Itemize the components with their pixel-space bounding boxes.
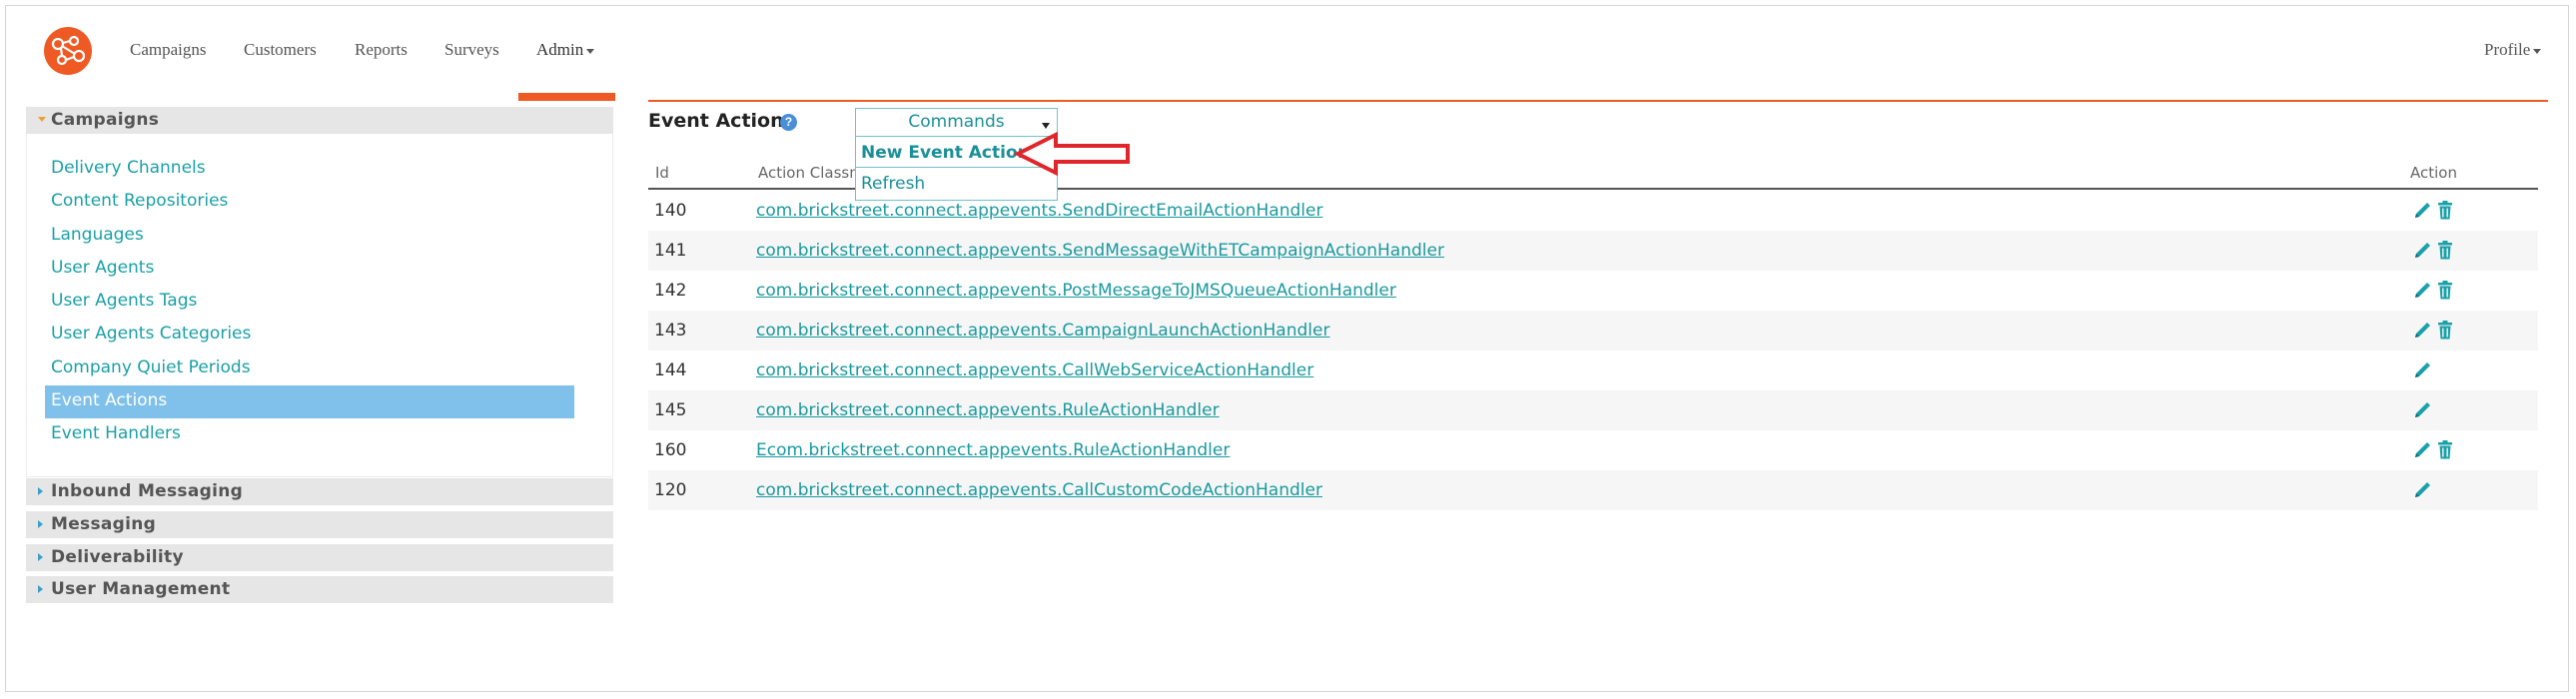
table-row: 142 com.brickstreet.connect.appevents.Pos… — [648, 271, 2538, 311]
collapsed-triangle-icon — [38, 553, 43, 561]
sidebar-item-languages[interactable]: Languages — [51, 225, 144, 245]
pencil-icon[interactable] — [2413, 202, 2431, 225]
nav-campaigns[interactable]: Campaigns — [130, 40, 207, 60]
row-classname-link[interactable]: com.brickstreet.connect.appevents.SendDi… — [756, 201, 1322, 221]
nav-profile[interactable]: Profile — [2484, 40, 2542, 60]
row-classname-link[interactable]: com.brickstreet.connect.appevents.SendMe… — [756, 241, 1444, 261]
row-classname-link[interactable]: com.brickstreet.connect.appevents.RuleAc… — [756, 400, 1220, 420]
trash-icon[interactable] — [2437, 440, 2453, 464]
table-row: 141 com.brickstreet.connect.appevents.Sen… — [648, 231, 2538, 271]
row-id: 160 — [654, 440, 687, 460]
nav-surveys[interactable]: Surveys — [444, 40, 499, 60]
sidebar-item-company-quiet-periods[interactable]: Company Quiet Periods — [51, 357, 251, 377]
trash-icon[interactable] — [2437, 241, 2453, 265]
sidebar-section-deliverability[interactable]: Deliverability — [26, 544, 613, 571]
nav-admin[interactable]: Admin — [536, 40, 595, 60]
table-row: 160 Ecom.brickstreet.connect.appevents.Ru… — [648, 430, 2538, 470]
column-header-action: Action — [2410, 164, 2457, 182]
pencil-icon[interactable] — [2413, 242, 2431, 265]
sidebar-item-user-agents-categories[interactable]: User Agents Categories — [51, 324, 251, 344]
menu-item-refresh[interactable]: Refresh — [861, 174, 925, 194]
sidebar-item-event-handlers[interactable]: Event Handlers — [51, 423, 181, 443]
trash-icon[interactable] — [2437, 281, 2453, 305]
table-row: 144 com.brickstreet.connect.appevents.Cal… — [648, 350, 2538, 390]
app-logo[interactable] — [44, 27, 92, 75]
sidebar-item-content-repositories[interactable]: Content Repositories — [51, 191, 228, 211]
sidebar-item-event-actions[interactable]: Event Actions — [51, 390, 167, 410]
pencil-icon[interactable] — [2413, 401, 2431, 424]
collapsed-triangle-icon — [38, 520, 43, 528]
chevron-down-icon — [2533, 48, 2542, 54]
sidebar-section-messaging[interactable]: Messaging — [26, 511, 613, 538]
collapsed-triangle-icon — [38, 487, 43, 495]
red-arrow-icon — [1014, 131, 1130, 177]
row-classname-link[interactable]: com.brickstreet.connect.appevents.Campai… — [756, 321, 1329, 341]
row-id: 145 — [654, 400, 687, 420]
pencil-icon[interactable] — [2413, 322, 2431, 345]
row-id: 141 — [654, 241, 687, 261]
pencil-icon[interactable] — [2413, 441, 2431, 464]
active-tab-indicator — [518, 93, 615, 101]
table-row: 143 com.brickstreet.connect.appevents.Cam… — [648, 311, 2538, 350]
help-icon[interactable]: ? — [780, 114, 797, 131]
table-row: 145 com.brickstreet.connect.appevents.Rul… — [648, 390, 2538, 430]
nav-customers[interactable]: Customers — [244, 40, 317, 60]
table-row: 120 com.brickstreet.connect.appevents.Cal… — [648, 470, 2538, 510]
sidebar-item-user-agents-tags[interactable]: User Agents Tags — [51, 291, 197, 311]
chevron-down-icon — [586, 48, 595, 54]
nav-reports[interactable]: Reports — [355, 40, 408, 60]
network-logo-icon — [51, 35, 86, 66]
row-classname-link[interactable]: com.brickstreet.connect.appevents.CallCu… — [756, 480, 1322, 500]
menu-item-new-event-action[interactable]: New Event Action — [861, 143, 1030, 163]
pencil-icon[interactable] — [2413, 361, 2431, 384]
sidebar-section-inbound-messaging[interactable]: Inbound Messaging — [26, 478, 613, 505]
header-divider — [648, 100, 2548, 102]
pencil-icon[interactable] — [2413, 481, 2431, 504]
row-id: 140 — [654, 201, 687, 221]
row-classname-link[interactable]: com.brickstreet.connect.appevents.PostMe… — [756, 281, 1396, 301]
sidebar-item-user-agents[interactable]: User Agents — [51, 258, 154, 278]
row-id: 143 — [654, 321, 687, 341]
chevron-down-icon — [1042, 123, 1050, 129]
sidebar-item-delivery-channels[interactable]: Delivery Channels — [51, 158, 206, 178]
trash-icon[interactable] — [2437, 201, 2453, 225]
page-title: Event Actions — [648, 110, 795, 132]
row-classname-link[interactable]: Ecom.brickstreet.connect.appevents.RuleA… — [756, 440, 1230, 460]
sidebar-section-campaigns[interactable]: Campaigns — [26, 107, 613, 134]
trash-icon[interactable] — [2437, 321, 2453, 345]
pencil-icon[interactable] — [2413, 282, 2431, 305]
row-id: 142 — [654, 281, 687, 301]
column-header-classname[interactable]: Action Classna — [758, 164, 868, 182]
column-header-id[interactable]: Id — [655, 164, 669, 182]
expanded-triangle-icon — [38, 117, 46, 122]
sidebar-section-user-management[interactable]: User Management — [26, 576, 613, 603]
row-id: 120 — [654, 480, 687, 500]
row-id: 144 — [654, 360, 687, 380]
row-classname-link[interactable]: com.brickstreet.connect.appevents.CallWe… — [756, 360, 1313, 380]
collapsed-triangle-icon — [38, 585, 43, 593]
